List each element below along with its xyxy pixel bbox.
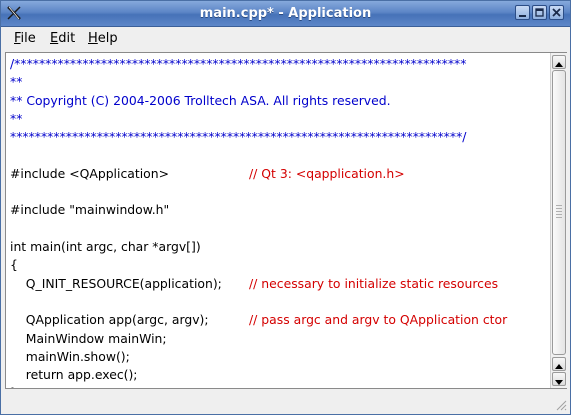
code-line: /***************************************… — [10, 56, 467, 71]
scroll-up-button[interactable] — [552, 55, 566, 69]
vertical-scrollbar[interactable] — [550, 53, 567, 388]
arrow-down-icon — [555, 380, 563, 385]
window-title: main.cpp* - Application — [199, 6, 372, 21]
grip-line — [556, 217, 562, 218]
code-line: ** — [10, 111, 23, 126]
grip-line — [556, 208, 562, 209]
code-line: } — [10, 384, 18, 388]
resize-grip-icon[interactable] — [555, 399, 567, 411]
grip-line — [556, 211, 562, 212]
menu-edit[interactable]: Edit — [50, 30, 75, 47]
code-line: return app.exec(); — [10, 367, 138, 382]
scroll-down-button-secondary[interactable] — [552, 357, 566, 371]
code-line: ** Copyright (C) 2004-2006 Trolltech ASA… — [10, 93, 391, 108]
menu-bar: File Edit Help — [1, 27, 570, 50]
menu-help-label: elp — [97, 31, 118, 46]
menu-edit-label: dit — [58, 31, 76, 46]
scroll-down-button[interactable] — [552, 372, 566, 386]
minimize-button[interactable] — [515, 5, 530, 20]
application-window: main.cpp* - Application File Edit Help /… — [0, 0, 571, 415]
menu-help-mnemonic: H — [88, 31, 98, 46]
maximize-button[interactable] — [532, 5, 547, 20]
code-comment: // pass argc and argv to QApplication ct… — [249, 312, 508, 327]
code-line: QApplication app(argc, argv); — [10, 312, 209, 327]
code-line: ** — [10, 74, 23, 89]
maximize-icon — [535, 8, 544, 17]
menu-file[interactable]: File — [14, 30, 36, 47]
code-line: mainWin.show(); — [10, 349, 130, 364]
title-bar[interactable]: main.cpp* - Application — [1, 1, 570, 27]
code-line: ****************************************… — [10, 129, 467, 144]
close-button[interactable] — [549, 5, 564, 20]
menu-edit-mnemonic: E — [50, 31, 59, 46]
code-line: #include <QApplication> — [10, 166, 169, 181]
scroll-thumb[interactable] — [552, 70, 566, 355]
code-comment: // necessary to initialize static resour… — [249, 276, 499, 291]
code-line: #include "mainwindow.h" — [10, 202, 170, 217]
status-bar — [1, 391, 570, 414]
code-line: { — [10, 257, 18, 272]
menu-file-label: ile — [20, 31, 36, 46]
minimize-icon — [519, 15, 526, 17]
text-editor[interactable]: /***************************************… — [6, 53, 549, 388]
grip-line — [556, 214, 562, 215]
code-line: MainWindow mainWin; — [10, 331, 167, 346]
code-line: int main(int argc, char *argv[]) — [10, 239, 201, 254]
code-comment: // Qt 3: <qapplication.h> — [249, 166, 405, 181]
code-line: Q_INIT_RESOURCE(application); — [10, 276, 222, 291]
menu-help[interactable]: Help — [88, 30, 118, 47]
text-editor-frame: /***************************************… — [5, 52, 567, 389]
close-icon — [552, 8, 561, 17]
grip-line — [556, 205, 562, 206]
